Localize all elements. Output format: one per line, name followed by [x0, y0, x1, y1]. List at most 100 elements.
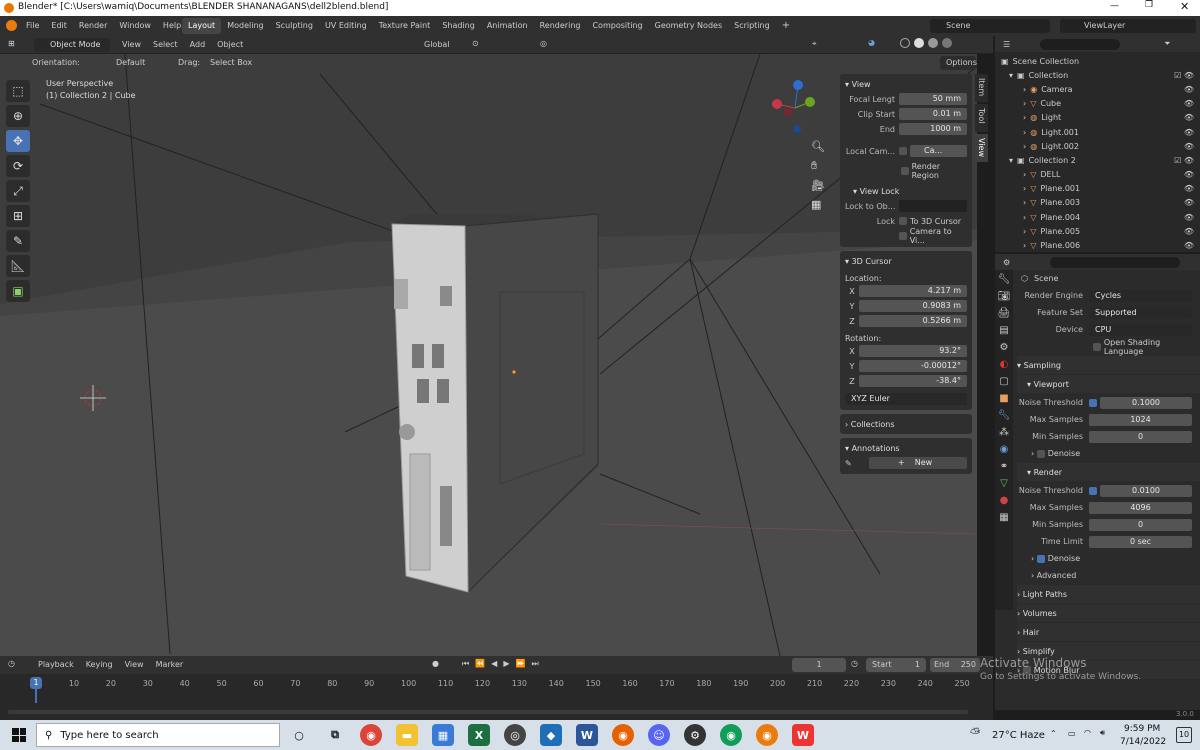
texture-tab-icon[interactable]: ▦	[999, 512, 1008, 523]
cursor-loc-x[interactable]: 4.217 m	[859, 285, 967, 297]
visibility-icon[interactable]: 👁︎	[1184, 142, 1194, 151]
view-layer-selector[interactable]: ViewLayer	[1060, 19, 1196, 33]
data-tab-icon[interactable]: ▽	[1000, 478, 1008, 489]
start-frame-field[interactable]: Start 1	[866, 658, 926, 672]
camera-to-view-checkbox[interactable]	[899, 232, 907, 240]
view-panel-header[interactable]: ▾ View	[845, 77, 967, 91]
weather-icon[interactable]: ⛅︎	[970, 726, 980, 741]
app-circle-icon[interactable]: ◎	[504, 724, 526, 746]
menu-edit[interactable]: Edit	[45, 16, 73, 36]
blender-menu-icon[interactable]	[6, 20, 17, 31]
hair-section[interactable]: › Hair	[1017, 623, 1200, 641]
viewport-max-samples-field[interactable]: 1024	[1089, 413, 1192, 426]
options-dropdown[interactable]: Options	[940, 56, 977, 70]
mode-dropdown[interactable]: Object Mode	[34, 38, 110, 52]
drag-dropdown[interactable]: Select Box	[206, 56, 258, 70]
wireframe-shading-icon[interactable]	[900, 38, 910, 48]
annotation-icon[interactable]: ✎	[845, 459, 869, 468]
tab-animation[interactable]: Animation	[481, 18, 534, 34]
viewport-noise-checkbox[interactable]	[1089, 398, 1097, 407]
visibility-icon[interactable]: ☑ 👁︎	[1174, 156, 1194, 165]
focal-length-field[interactable]: 50 mm	[899, 93, 967, 105]
outliner-row[interactable]: › ◍ Light.002 👁︎	[1001, 139, 1194, 153]
outliner-row[interactable]: › ▽ Plane.005 👁︎	[1001, 224, 1194, 238]
tab-modeling[interactable]: Modeling	[221, 18, 269, 34]
tab-rendering[interactable]: Rendering	[534, 18, 587, 34]
view-menu[interactable]: View	[116, 36, 147, 54]
cursor-rot-y[interactable]: -0.00012°	[859, 360, 967, 372]
end-frame-field[interactable]: End 250	[930, 658, 980, 672]
annotations-header[interactable]: ▾ Annotations	[845, 441, 967, 455]
excel-icon[interactable]: X	[468, 724, 490, 746]
rendered-shading-icon[interactable]	[942, 38, 952, 48]
cortana-icon[interactable]: ○	[288, 724, 310, 746]
cursor-rot-x[interactable]: 93.2°	[859, 345, 967, 357]
view-lock-header[interactable]: ▾ View Lock	[845, 184, 967, 198]
auto-key-icon[interactable]: ●	[432, 659, 439, 668]
material-shading-icon[interactable]	[928, 38, 938, 48]
sampling-section[interactable]: ▾ Sampling	[1017, 356, 1200, 374]
light-paths-section[interactable]: › Light Paths	[1017, 585, 1200, 603]
physics-tab-icon[interactable]: ◉	[1000, 444, 1009, 455]
render-noise-checkbox[interactable]	[1089, 486, 1097, 495]
jump-keyframe-back-icon[interactable]: ⏪	[475, 659, 485, 669]
visibility-icon[interactable]: ☑ 👁︎	[1174, 71, 1194, 80]
zoom-icon[interactable]: 🔍︎	[811, 140, 825, 153]
render-max-samples-field[interactable]: 4096	[1089, 501, 1192, 514]
annotate-tool-icon[interactable]: ✎	[6, 230, 30, 252]
outliner-row[interactable]: ▾ ▣ Collection ☑ 👁︎	[1001, 68, 1194, 82]
tab-item[interactable]: Item	[975, 74, 988, 102]
chrome-icon[interactable]: ◉	[360, 724, 382, 746]
measure-tool-icon[interactable]: 📐︎	[6, 255, 30, 277]
chrome-alt-icon[interactable]: ◉	[720, 724, 742, 746]
orientation-dropdown[interactable]: Default	[100, 56, 170, 70]
add-cube-tool-icon[interactable]: ▣	[6, 280, 30, 302]
outliner-search-input[interactable]	[1040, 38, 1121, 50]
discord-icon[interactable]: ☺	[648, 724, 670, 746]
solid-shading-icon[interactable]	[914, 38, 924, 48]
constraints-tab-icon[interactable]: ⚭	[1000, 461, 1008, 472]
pan-hand-icon[interactable]: ✋︎	[811, 159, 825, 173]
osl-checkbox[interactable]	[1093, 342, 1101, 351]
world-tab-icon[interactable]: ◐	[1000, 359, 1009, 370]
preview-range-icon[interactable]: ◷	[851, 659, 858, 668]
outliner-row[interactable]: › ▽ Plane.001 👁︎	[1001, 182, 1194, 196]
visibility-icon[interactable]: 👁︎	[1184, 170, 1194, 179]
timeline-ruler[interactable]: 1102030405060708090100110120130140150160…	[0, 674, 993, 720]
scene-tab-icon[interactable]: ⚙	[1000, 342, 1009, 353]
current-frame-field[interactable]: 1	[792, 658, 846, 672]
clock-time[interactable]: 9:59 PM	[1124, 724, 1160, 734]
weather-text[interactable]: 27°C Haze	[992, 730, 1045, 741]
render-noise-field[interactable]: 0.0100	[1100, 484, 1192, 497]
play-icon[interactable]: ▶	[503, 659, 509, 669]
notification-icon[interactable]: 10	[1176, 727, 1192, 743]
render-denoise-row[interactable]: › Denoise	[1017, 550, 1200, 567]
outliner-row[interactable]: ▾ ▣ Collection 2 ☑ 👁︎	[1001, 153, 1194, 167]
render-tab-icon[interactable]: 📷︎	[998, 291, 1011, 302]
object-menu[interactable]: Object	[211, 36, 249, 54]
jump-end-icon[interactable]: ⏭	[531, 659, 538, 669]
visibility-icon[interactable]: 👁︎	[1184, 241, 1194, 250]
play-reverse-icon[interactable]: ◀	[491, 659, 497, 669]
blender-taskbar-icon[interactable]: ◉	[756, 724, 778, 746]
properties-editor-icon[interactable]: ⚙	[1003, 258, 1010, 267]
lock-to-object-field[interactable]	[899, 200, 967, 212]
steam-icon[interactable]: ⚙	[684, 724, 706, 746]
jump-start-icon[interactable]: ⏮	[462, 659, 469, 669]
rotate-tool-icon[interactable]: ⟳	[6, 155, 30, 177]
ms-store-icon[interactable]: ▦	[432, 724, 454, 746]
cursor-rot-z[interactable]: -38.4°	[859, 375, 967, 387]
marker-menu[interactable]: Marker	[150, 656, 190, 674]
render-region-checkbox[interactable]	[901, 167, 909, 175]
filter-icon[interactable]: ⏷	[1164, 39, 1170, 49]
wifi-icon[interactable]: ◠	[1084, 728, 1091, 737]
tray-chevron-icon[interactable]: ⌃	[1050, 729, 1057, 738]
clip-end-field[interactable]: 1000 m	[899, 123, 967, 135]
timeline-editor-icon[interactable]: ◷	[8, 659, 15, 668]
visibility-icon[interactable]: 👁︎	[1184, 227, 1194, 236]
word-icon[interactable]: W	[576, 724, 598, 746]
properties-search-input[interactable]	[1050, 256, 1181, 268]
outliner-row[interactable]: › ◍ Light.001 👁︎	[1001, 125, 1194, 139]
tab-uv-editing[interactable]: UV Editing	[319, 18, 373, 34]
playhead[interactable]: 1	[30, 677, 42, 689]
